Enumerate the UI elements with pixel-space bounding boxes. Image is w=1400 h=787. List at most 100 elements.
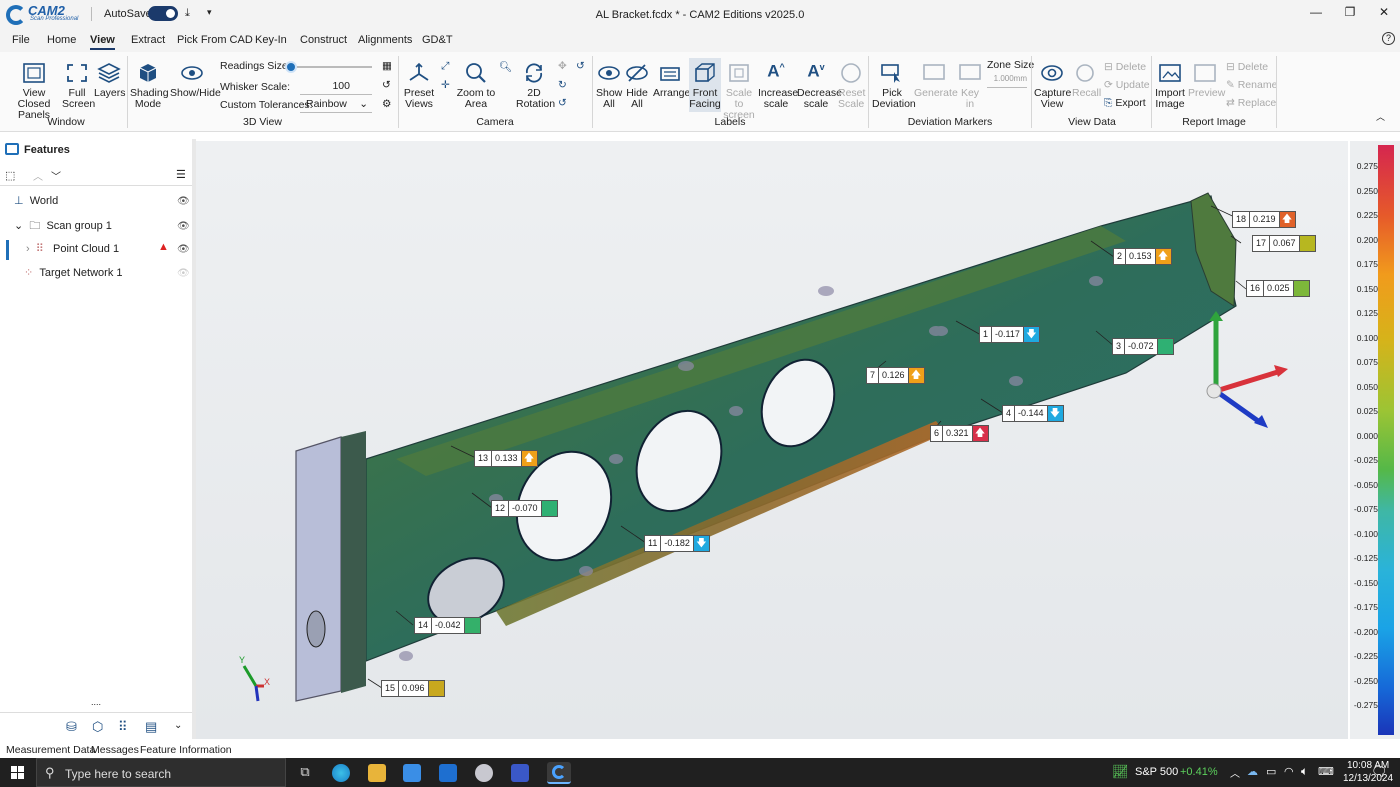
deviation-marker[interactable]: 11 -0.182 🡇 [644,535,710,552]
menu-pick-from-cad[interactable]: Pick From CAD [177,34,253,46]
deviation-marker[interactable]: 18 0.219 🡅 [1232,211,1296,228]
view-closed-panels-button[interactable]: View Closed Panels [8,62,60,121]
maximize-icon[interactable]: ❐ [1340,5,1360,19]
deviation-marker[interactable]: 17 0.067 [1252,235,1316,252]
tree-item-point-cloud[interactable]: › ⠿ Point Cloud 1 [26,239,119,259]
zone-size-input[interactable]: 1.000mm [987,74,1027,88]
shading-mode-button[interactable]: Shading Mode [130,62,169,110]
deviation-marker[interactable]: 2 0.153 🡅 [1113,248,1172,265]
store-icon[interactable] [403,764,421,782]
eye-icon[interactable]: 👁︎ [177,196,190,207]
task-view-icon[interactable]: ⧉ [296,764,314,782]
stock-ticker[interactable]: S&P 500 [1135,766,1178,778]
tolerance-settings-icon[interactable]: ⚙ [382,98,391,110]
delete-image-button[interactable]: ⊟ Delete [1226,61,1268,73]
deviation-marker[interactable]: 16 0.025 [1246,280,1310,297]
zoom-to-area-button[interactable]: Zoom to Area [456,62,496,110]
rename-image-button[interactable]: ✎ Rename [1226,79,1277,91]
deviation-marker[interactable]: 3 -0.072 [1112,338,1174,355]
reset-scale-button[interactable]: Reset Scale [838,62,865,110]
replace-image-button[interactable]: ⇄ Replace [1226,97,1276,109]
tab-feature-information[interactable]: Feature Information [140,744,232,756]
cube-icon[interactable]: ⬡ [92,719,103,735]
whisker-scale-input[interactable]: 100 [300,78,372,95]
recall-button[interactable]: Recall [1072,62,1101,99]
file-explorer-icon[interactable] [368,764,386,782]
eye-icon[interactable]: 👁︎ [177,268,190,279]
tree-item-scan-group[interactable]: ⌄ 🗀︎ Scan group 1 [14,216,112,236]
redo-view-icon[interactable]: ↻ [558,79,567,91]
taskbar-search[interactable]: ⚲ Type here to search [36,758,286,787]
cam2-taskbar-icon[interactable] [547,762,571,784]
chevron-up-icon[interactable]: ︿ [33,168,43,183]
increase-scale-button[interactable]: A^ Increase scale [758,62,798,110]
preview-button[interactable]: Preview [1188,62,1225,99]
menu-alignments[interactable]: Alignments [358,34,412,46]
generate-button[interactable]: Generate [914,62,958,99]
arrange-button[interactable]: Arrange [653,62,690,99]
zoom-icon[interactable]: 🔍︎ [499,60,512,73]
deviation-marker[interactable]: 7 0.126 🡅 [866,367,925,384]
rotate-cw-icon[interactable]: ✥ [558,60,567,72]
reset-icon[interactable]: ↺ [382,79,391,91]
grid-icon[interactable]: ▦ [382,60,392,72]
app-icon[interactable] [475,764,493,782]
capture-view-button[interactable]: Capture View [1034,62,1071,110]
minimize-icon[interactable]: — [1306,5,1326,19]
resize-grip[interactable]: .... [91,697,101,707]
undo-view-icon[interactable]: ↺ [576,60,585,72]
3d-viewport[interactable]: Y X 18 0.219 🡅 17 0.067 2 0.153 🡅 16 0.025 1 -0… [196,141,1348,739]
edge-icon[interactable] [332,764,350,782]
collapse-ribbon-icon[interactable]: ︿ [1376,110,1385,123]
show-hide-button[interactable]: Show/Hide [170,62,221,99]
battery-icon[interactable]: ▭ [1266,765,1276,778]
deviation-color-scale[interactable]: 0.275 0.250 0.225 0.200 0.175 0.150 0.125 0.100… [1350,141,1400,739]
eye-icon[interactable]: 👁︎ [177,244,190,255]
report-icon[interactable]: ▤ [145,719,157,735]
front-facing-button[interactable]: Front Facing [689,58,721,112]
readings-size-slider[interactable] [285,61,372,73]
deviation-marker[interactable]: 1 -0.117 🡇 [979,326,1040,343]
full-screen-button[interactable]: Full Screen [62,62,95,110]
teams-icon[interactable] [511,764,529,782]
menu-key-in[interactable]: Key-In [255,34,287,46]
layers-button[interactable]: Layers [94,62,126,99]
reset-view-icon[interactable]: ↺ [558,97,567,109]
deviation-marker[interactable]: 14 -0.042 [414,617,481,634]
scale-to-screen-button[interactable]: Scale to screen [722,62,756,121]
tree-item-world[interactable]: ⊥ World [14,191,58,211]
notifications-icon[interactable]: 🗨︎ [1371,764,1388,780]
decrease-scale-button[interactable]: Av Decrease scale [797,62,842,110]
onedrive-icon[interactable]: ☁ [1247,765,1258,778]
tab-messages[interactable]: Messages [91,744,139,756]
volume-icon[interactable]: 🔈︎ [1301,764,1308,779]
chevron-down-icon[interactable]: ﹀ [51,168,61,183]
menu-home[interactable]: Home [47,34,76,46]
preset-views-button[interactable]: Preset Views [402,62,436,110]
deviation-marker[interactable]: 6 0.321 🡅 [930,425,989,442]
deviation-marker[interactable]: 13 0.133 🡅 [474,450,538,467]
axes-icon[interactable]: ⤢ [441,60,449,73]
chevron-down-icon[interactable]: ⌄ [174,720,182,731]
select-icon[interactable]: ⬚ [5,169,15,182]
custom-tolerances-select[interactable]: Rainbow ⌄ [300,96,372,113]
tray-chevron-up-icon[interactable]: ︿ [1230,765,1240,780]
export-view-button[interactable]: ⎘ Export [1104,97,1146,110]
2d-rotation-button[interactable]: 2D Rotation [516,62,555,110]
hide-all-button[interactable]: Hide All [624,62,650,110]
keyboard-icon[interactable]: ⌨ [1318,765,1334,778]
show-all-button[interactable]: Show All [596,62,622,110]
tree-view-icon[interactable]: ⛁ [66,719,77,735]
windows-start-icon[interactable] [11,766,24,779]
import-image-button[interactable]: Import Image [1154,62,1186,110]
delete-view-button[interactable]: ⊟ Delete [1104,61,1146,73]
menu-gdt[interactable]: GD&T [422,34,453,46]
update-view-button[interactable]: ⟳ Update [1104,79,1150,91]
menu-extract[interactable]: Extract [131,34,165,46]
tree-item-target-network[interactable]: ⁘ Target Network 1 [24,263,123,283]
pan-icon[interactable]: ✛ [441,79,450,91]
deviation-marker[interactable]: 15 0.096 [381,680,445,697]
eye-icon[interactable]: 👁︎ [177,221,190,232]
mail-icon[interactable] [439,764,457,782]
key-in-marker-button[interactable]: Key in [956,62,984,110]
